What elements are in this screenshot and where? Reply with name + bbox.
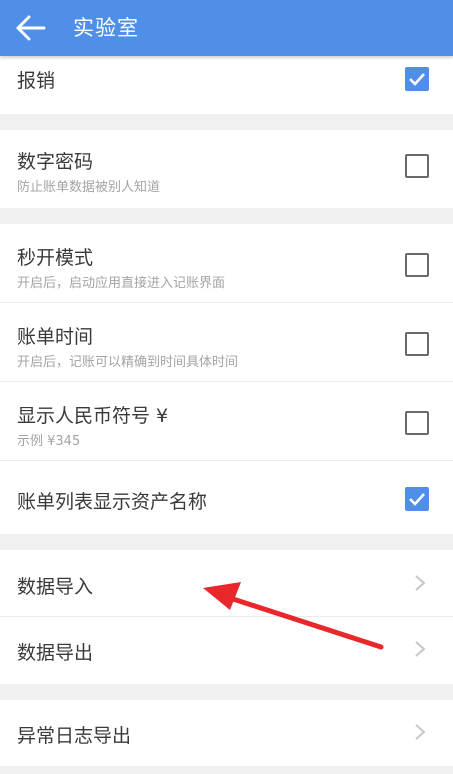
setting-title: 报销 [17, 70, 56, 92]
setting-subtitle: 开启后，启动应用直接进入记账界面 [17, 276, 226, 291]
back-button[interactable] [14, 12, 48, 44]
action-row-import[interactable]: 数据导入 [0, 550, 453, 617]
setting-row-reimburse[interactable]: 报销 [0, 56, 453, 114]
checkbox-bill-time[interactable] [405, 332, 429, 356]
setting-title: 账单列表显示资产名称 [17, 491, 208, 513]
setting-title: 数字密码 [17, 151, 94, 173]
section-password: 数字密码 防止账单数据被别人知道 [0, 130, 453, 208]
action-title: 数据导出 [17, 642, 94, 664]
setting-title: 秒开模式 [17, 247, 94, 269]
section-display-options: 秒开模式 开启后，启动应用直接进入记账界面 账单时间 开启后，记账可以精确到时间… [0, 224, 453, 534]
setting-row-digit-password[interactable]: 数字密码 防止账单数据被别人知道 [0, 130, 453, 208]
page-title: 实验室 [73, 16, 139, 40]
checkbox-reimburse[interactable] [405, 67, 429, 91]
checkbox-quick-open[interactable] [405, 253, 429, 277]
section-error-log: 异常日志导出 [0, 700, 453, 766]
arrow-left-icon [16, 15, 46, 41]
setting-subtitle: 防止账单数据被别人知道 [17, 180, 161, 195]
setting-row-show-asset-name[interactable]: 账单列表显示资产名称 [0, 461, 453, 534]
checkbox-show-asset-name[interactable] [405, 487, 429, 511]
chevron-right-icon[interactable] [413, 639, 427, 659]
setting-subtitle: 示例 ¥345 [17, 434, 81, 449]
action-title: 异常日志导出 [17, 725, 132, 747]
chevron-right-icon[interactable] [413, 573, 427, 593]
action-row-error-log[interactable]: 异常日志导出 [0, 700, 453, 766]
section-reimburse: 报销 [0, 56, 453, 114]
action-row-export[interactable]: 数据导出 [0, 617, 453, 684]
check-icon [409, 493, 425, 506]
setting-subtitle: 开启后，记账可以精确到时间具体时间 [17, 355, 239, 370]
setting-row-bill-time[interactable]: 账单时间 开启后，记账可以精确到时间具体时间 [0, 303, 453, 382]
setting-title: 显示人民币符号 ¥ [17, 405, 169, 427]
setting-row-quick-open[interactable]: 秒开模式 开启后，启动应用直接进入记账界面 [0, 224, 453, 303]
checkbox-digit-password[interactable] [405, 154, 429, 178]
action-title: 数据导入 [17, 576, 94, 598]
setting-row-show-rmb[interactable]: 显示人民币符号 ¥ 示例 ¥345 [0, 382, 453, 461]
setting-title: 账单时间 [17, 326, 94, 348]
app-bar: 实验室 [0, 0, 453, 56]
check-icon [409, 73, 425, 86]
chevron-right-icon[interactable] [413, 722, 427, 742]
checkbox-show-rmb[interactable] [405, 411, 429, 435]
section-data-transfer: 数据导入 数据导出 [0, 550, 453, 684]
